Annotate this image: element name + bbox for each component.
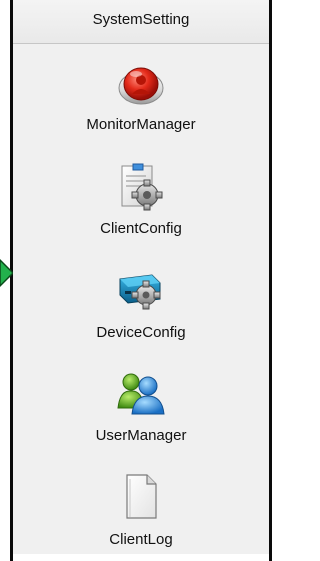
monitor-manager-item[interactable]: MonitorManager — [13, 58, 269, 158]
bottom-strip — [13, 554, 269, 561]
monitor-manager-label: MonitorManager — [86, 116, 196, 133]
device-config-icon — [119, 274, 161, 310]
system-setting-window: SystemSetting MonitorManager ClientConfi… — [0, 0, 272, 561]
user-manager-item[interactable]: UserManager — [13, 368, 269, 468]
client-config-item[interactable]: ClientConfig — [13, 162, 269, 262]
device-config-item[interactable]: DeviceConfig — [13, 265, 269, 365]
system-setting-panel: SystemSetting MonitorManager ClientConfi… — [13, 0, 269, 554]
client-config-label: ClientConfig — [100, 220, 182, 237]
collapse-arrow-icon[interactable] — [0, 256, 14, 290]
monitor-record-icon — [118, 67, 164, 105]
device-config-label: DeviceConfig — [96, 324, 186, 341]
user-manager-icon — [117, 373, 165, 415]
client-log-icon — [126, 474, 157, 519]
user-manager-label: UserManager — [95, 427, 187, 444]
panel-title: SystemSetting — [13, 0, 269, 44]
right-border — [269, 0, 272, 561]
client-config-icon — [121, 163, 163, 211]
client-log-label: ClientLog — [109, 531, 173, 548]
client-log-item[interactable]: ClientLog — [13, 471, 269, 561]
